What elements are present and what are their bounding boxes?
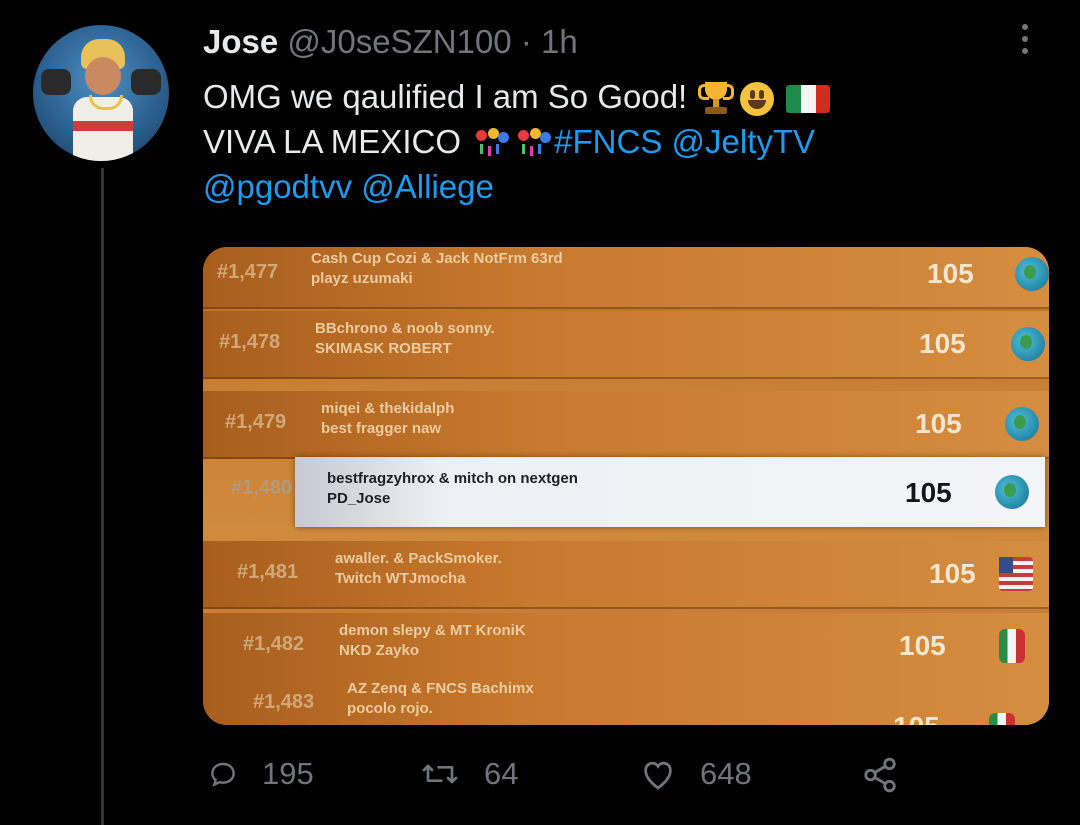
- leaderboard-score: 105: [905, 477, 952, 508]
- tweet-text-part-1: OMG we qaulified I am So Good!: [203, 78, 688, 115]
- globe-icon: [995, 475, 1029, 509]
- team-line-2: pocolo rojo.: [347, 700, 433, 717]
- leaderboard-row: #1,478 BBchrono & noob sonny. SKIMASK RO…: [203, 311, 1049, 379]
- separator-dot: ·: [520, 23, 532, 60]
- leaderboard-rank: #1,480: [231, 477, 293, 499]
- mention-jeltytv[interactable]: @JeltyTV: [672, 123, 816, 160]
- mention-alliege[interactable]: @Alliege: [361, 168, 494, 205]
- trophy-icon: [698, 82, 735, 116]
- mexico-flag-icon: [786, 85, 831, 114]
- author-handle[interactable]: @J0seSZN100: [287, 23, 511, 60]
- tweet-actions: 195 64 648: [0, 756, 1080, 800]
- tweet-photo[interactable]: #1,477 Cash Cup Cozi & Jack NotFrm 63rd …: [203, 247, 1049, 725]
- leaderboard-row-highlighted: #1,480 bestfragzyhrox & mitch on nextgen…: [231, 457, 1045, 527]
- retweet-button[interactable]: 64: [418, 756, 518, 792]
- leaderboard-team: miqei & thekidalph best fragger naw: [321, 399, 454, 439]
- leaderboard-score: 105: [893, 711, 940, 725]
- thread-line: [101, 168, 104, 825]
- avatar[interactable]: [33, 25, 169, 161]
- leaderboard-score: 105: [929, 558, 976, 589]
- leaderboard-team: awaller. & PackSmoker. Twitch WTJmocha: [335, 549, 502, 589]
- leaderboard-team: AZ Zenq & FNCS Bachimx pocolo rojo.: [347, 679, 534, 719]
- globe-icon: [1011, 327, 1045, 361]
- tweet-text: OMG we qaulified I am So Good! VIVA LA M…: [203, 74, 1033, 209]
- leaderboard-rank: #1,483: [253, 691, 315, 713]
- retweet-count: 64: [484, 756, 519, 791]
- leaderboard-team: bestfragzyhrox & mitch on nextgen PD_Jos…: [327, 469, 578, 509]
- tweet-header: Jose @J0seSZN100 · 1h: [203, 22, 578, 62]
- mention-pgodtvv[interactable]: @pgodtvv: [203, 168, 352, 205]
- leaderboard-row: #1,483 AZ Zenq & FNCS Bachimx pocolo roj…: [203, 671, 1049, 725]
- mexico-flag-icon: [989, 713, 1015, 725]
- leaderboard-rank: #1,479: [225, 411, 287, 433]
- leaderboard-score: 105: [915, 408, 962, 439]
- tweet-line-1: OMG we qaulified I am So Good!: [203, 74, 1033, 119]
- share-button[interactable]: [860, 756, 922, 794]
- reply-button[interactable]: 195: [206, 756, 314, 792]
- author-name[interactable]: Jose: [203, 23, 278, 60]
- team-line-2: PD_Jose: [327, 490, 391, 507]
- leaderboard-rank: #1,478: [219, 331, 281, 353]
- tweet-line-3: @pgodtvv @Alliege: [203, 164, 1033, 209]
- like-button[interactable]: 648: [638, 756, 752, 792]
- team-line-1: bestfragzyhrox & mitch on nextgen: [327, 470, 578, 487]
- reply-count: 195: [262, 756, 314, 791]
- leaderboard-rank: #1,477: [217, 261, 279, 283]
- like-count: 648: [700, 756, 752, 791]
- globe-icon: [1015, 257, 1049, 291]
- team-line-2: Twitch WTJmocha: [335, 570, 466, 587]
- retweet-icon: [422, 764, 458, 784]
- team-line-1: AZ Zenq & FNCS Bachimx: [347, 680, 534, 697]
- share-icon: [864, 757, 896, 793]
- team-line-1: awaller. & PackSmoker.: [335, 550, 502, 567]
- timestamp[interactable]: 1h: [541, 23, 578, 60]
- leaderboard-team: Cash Cup Cozi & Jack NotFrm 63rd playz u…: [311, 249, 563, 289]
- heart-icon: [644, 761, 672, 790]
- team-line-2: playz uzumaki: [311, 270, 413, 287]
- avatar-stripe: [73, 121, 133, 131]
- grinning-face-icon: [740, 82, 775, 117]
- leaderboard-team: BBchrono & noob sonny. SKIMASK ROBERT: [315, 319, 495, 359]
- globe-icon: [1005, 407, 1039, 441]
- team-line-1: miqei & thekidalph: [321, 400, 455, 417]
- leaderboard-team: demon slepy & MT KroniK NKD Zayko: [339, 621, 526, 661]
- avatar-hand-right: [131, 69, 161, 95]
- team-line-2: NKD Zayko: [339, 642, 420, 659]
- tweet-text-part-2: VIVA LA MEXICO: [203, 123, 461, 160]
- leaderboard-score: 105: [899, 630, 946, 661]
- mexico-flag-icon: [999, 629, 1025, 663]
- more-options-icon[interactable]: [1015, 24, 1035, 64]
- avatar-hand-left: [41, 69, 71, 95]
- leaderboard-row: #1,481 awaller. & PackSmoker. Twitch WTJ…: [203, 541, 1049, 609]
- avatar-face: [85, 57, 121, 95]
- hashtag-fncs[interactable]: #FNCS: [554, 123, 662, 160]
- leaderboard-score: 105: [927, 258, 974, 289]
- tweet-line-2: VIVA LA MEXICO #FNCS @JeltyTV: [203, 119, 1033, 164]
- confetti-ball-icon: [472, 126, 510, 162]
- leaderboard-rank: #1,482: [243, 633, 305, 655]
- reply-icon: [211, 762, 235, 787]
- team-line-1: BBchrono & noob sonny.: [315, 320, 495, 337]
- confetti-ball-icon: [514, 126, 552, 162]
- leaderboard-row: #1,479 miqei & thekidalph best fragger n…: [203, 391, 1049, 459]
- team-line-1: Cash Cup Cozi & Jack NotFrm 63rd: [311, 250, 563, 267]
- us-flag-icon: [999, 557, 1033, 591]
- leaderboard-row: #1,477 Cash Cup Cozi & Jack NotFrm 63rd …: [203, 247, 1049, 309]
- leaderboard-score: 105: [919, 328, 966, 359]
- leaderboard-rank: #1,481: [237, 561, 299, 583]
- team-line-2: SKIMASK ROBERT: [315, 340, 452, 357]
- team-line-1: demon slepy & MT KroniK: [339, 622, 526, 639]
- team-line-2: best fragger naw: [321, 420, 442, 437]
